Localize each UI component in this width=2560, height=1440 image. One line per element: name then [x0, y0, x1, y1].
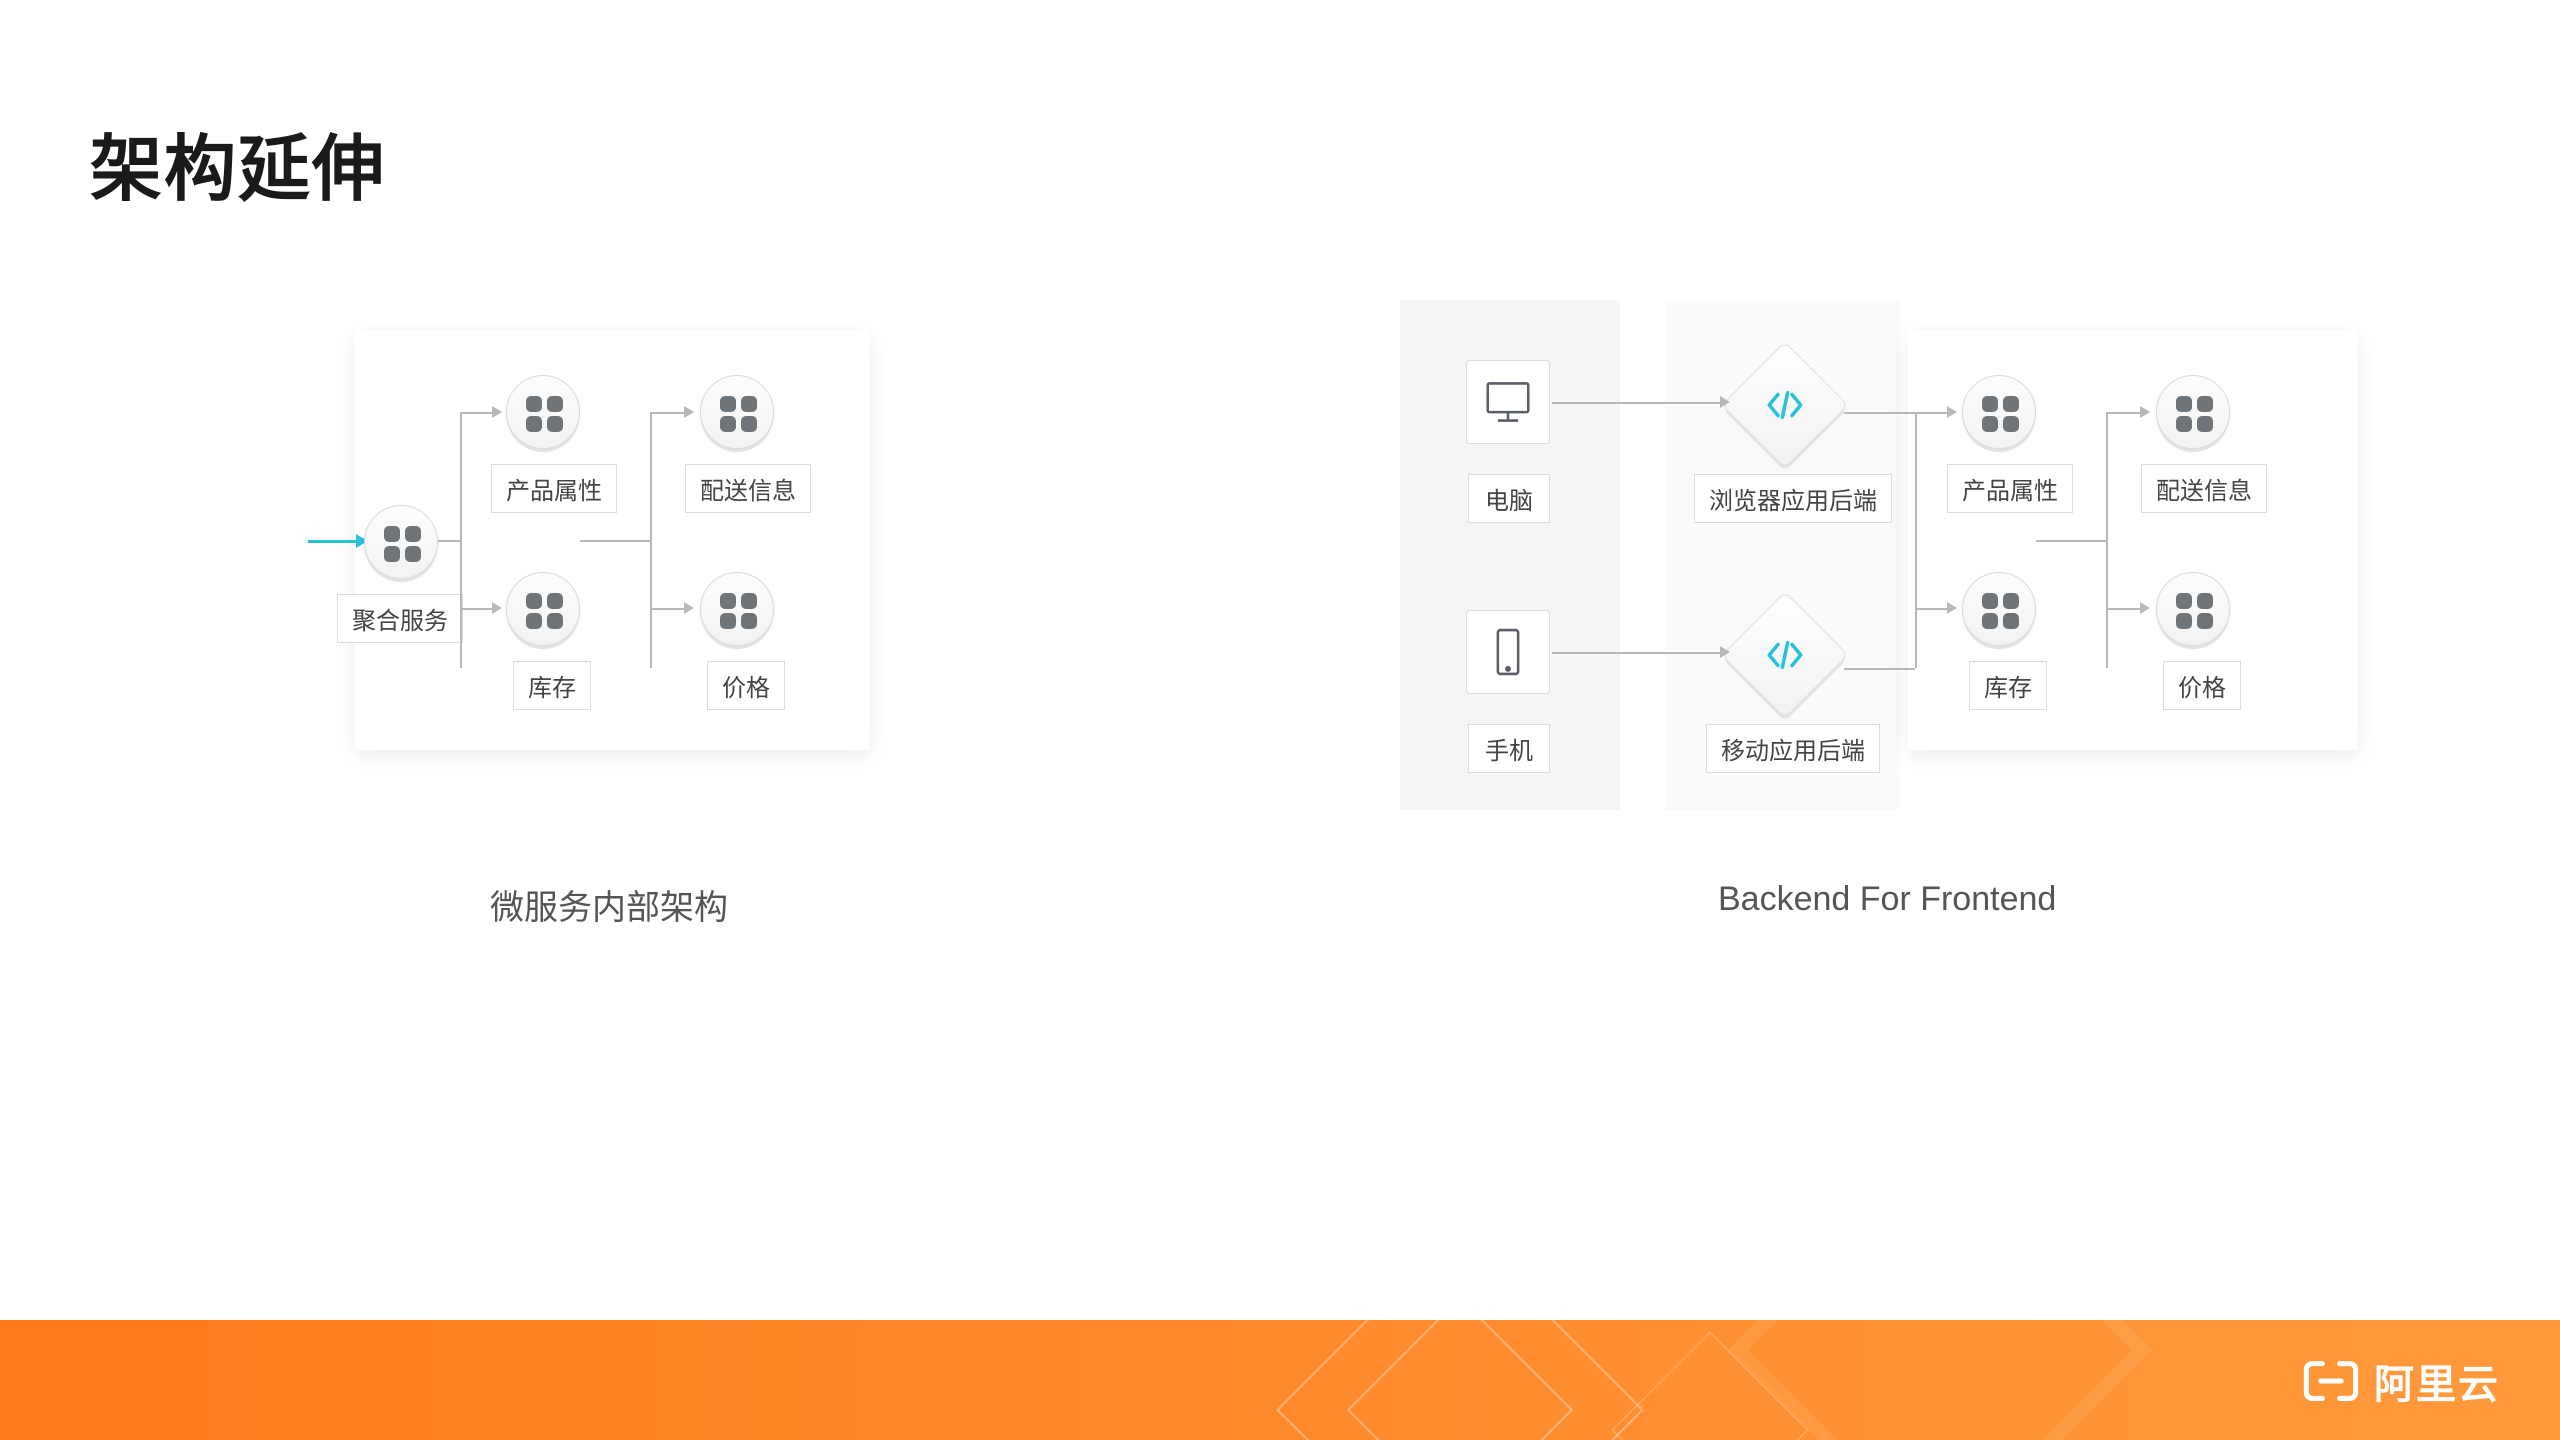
arrow-head: [684, 406, 694, 418]
connector: [2106, 412, 2142, 414]
connector: [1915, 412, 1917, 668]
connector: [1915, 412, 1949, 414]
service-icon: [506, 375, 580, 449]
connector: [2036, 540, 2106, 542]
connector: [650, 608, 686, 610]
service-icon: [2156, 572, 2230, 646]
connector: [2106, 608, 2142, 610]
service-icon: [1962, 572, 2036, 646]
brand-text: 阿里云: [2374, 1352, 2500, 1410]
service-icon: [1962, 375, 2036, 449]
arrow-head: [492, 406, 502, 418]
client-label: 电脑: [1468, 474, 1550, 523]
connector: [460, 412, 462, 668]
connector: [1552, 652, 1722, 654]
service-label: 价格: [2163, 661, 2241, 710]
service-icon: [700, 572, 774, 646]
arrow-head: [1720, 396, 1730, 408]
service-label: 配送信息: [685, 464, 811, 513]
connector: [1552, 402, 1722, 404]
service-label: 产品属性: [1947, 464, 2073, 513]
bff-label: 移动应用后端: [1706, 724, 1880, 773]
connector: [2106, 412, 2108, 668]
arrow-head: [2140, 406, 2150, 418]
connector: [1844, 412, 1915, 414]
connector: [580, 540, 650, 542]
connector: [460, 608, 494, 610]
service-icon: [2156, 375, 2230, 449]
page-title: 架构延伸: [90, 110, 386, 215]
mobile-icon: [1466, 610, 1550, 694]
arrow-head: [1720, 646, 1730, 658]
connector: [1915, 608, 1949, 610]
service-label: 价格: [707, 661, 785, 710]
caption-left: 微服务内部架构: [490, 880, 728, 929]
arrow-head: [1947, 602, 1957, 614]
connector: [650, 412, 652, 668]
entry-arrow: [308, 540, 358, 543]
arrow-head: [492, 602, 502, 614]
service-icon: [364, 505, 438, 579]
service-icon: [700, 375, 774, 449]
desktop-icon: [1466, 360, 1550, 444]
connector: [460, 412, 494, 414]
service-label: 产品属性: [491, 464, 617, 513]
service-label: 配送信息: [2141, 464, 2267, 513]
connector: [650, 412, 686, 414]
arrow-head: [1947, 406, 1957, 418]
service-label: 库存: [513, 661, 591, 710]
connector: [1844, 668, 1915, 670]
caption-right: Backend For Frontend: [1718, 880, 2056, 919]
bff-label: 浏览器应用后端: [1694, 474, 1892, 523]
connector: [438, 540, 460, 542]
service-icon: [506, 572, 580, 646]
arrow-head: [684, 602, 694, 614]
brand-logo: 阿里云: [2302, 1352, 2500, 1410]
client-label: 手机: [1468, 724, 1550, 773]
service-label: 库存: [1969, 661, 2047, 710]
arrow-head: [2140, 602, 2150, 614]
service-label-aggregator: 聚合服务: [337, 594, 463, 643]
footer: 阿里云: [0, 1320, 2560, 1440]
